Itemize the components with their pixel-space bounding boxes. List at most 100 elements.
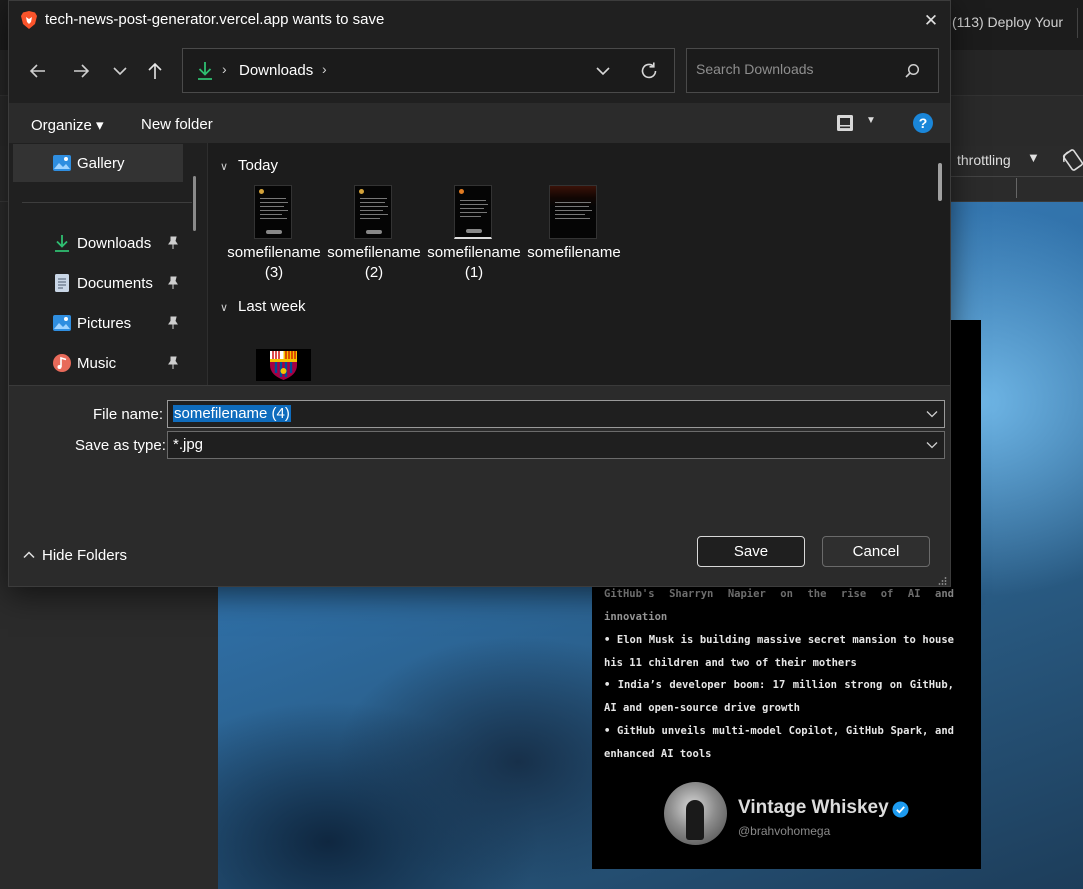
- address-dropdown-icon[interactable]: [593, 61, 613, 81]
- breadcrumb-chevron-icon[interactable]: ›: [322, 61, 327, 77]
- news-item: • India’s developer boom: 17 million str…: [604, 679, 954, 714]
- browser-tab-title[interactable]: (113) Deploy Your: [952, 14, 1063, 30]
- pictures-icon: [53, 315, 71, 331]
- verified-badge-icon: [892, 801, 909, 818]
- file-name-field[interactable]: somefilename (4): [167, 400, 945, 428]
- thumbnail-text-line: [555, 202, 591, 203]
- sidebar-item-label: Documents: [77, 275, 153, 292]
- save-as-type-value: *.jpg: [173, 436, 204, 453]
- file-name-label: File name:: [93, 406, 164, 423]
- ruler-tick: [1016, 178, 1017, 198]
- author-name: Vintage Whiskey: [738, 797, 889, 818]
- refresh-icon[interactable]: [638, 60, 660, 82]
- thumbnail-text-line: [555, 214, 585, 215]
- pin-icon[interactable]: [166, 316, 180, 330]
- search-icon[interactable]: [903, 62, 921, 80]
- thumbnail-text-line: [360, 210, 383, 211]
- thumbnail-text-line: [460, 204, 488, 205]
- sidebar-item-documents[interactable]: Documents: [9, 266, 191, 300]
- nav-divider: [22, 202, 192, 203]
- file-name-value[interactable]: somefilename (4): [173, 405, 291, 422]
- search-input[interactable]: [696, 61, 896, 77]
- organize-button[interactable]: Organize ▾: [31, 116, 104, 134]
- group-label: Today: [238, 157, 279, 174]
- address-bar[interactable]: › Downloads ›: [182, 48, 675, 93]
- recent-locations-chevron-icon[interactable]: [105, 56, 135, 86]
- thumbnail-text-line: [360, 214, 388, 215]
- sidebar-item-gallery[interactable]: Gallery: [9, 146, 191, 180]
- thumbnail-text-line: [260, 202, 288, 203]
- pin-icon[interactable]: [166, 236, 180, 250]
- sidebar-item-downloads[interactable]: Downloads: [9, 226, 191, 260]
- news-item: • Elon Musk is building massive secret m…: [604, 634, 954, 669]
- file-list-pane: ∨ Today somefilename (3) somefilename (2…: [207, 143, 950, 385]
- save-form: File name: somefilename (4) Save as type…: [9, 385, 950, 586]
- pin-icon[interactable]: [166, 356, 180, 370]
- thumbnail-text-line: [360, 218, 380, 219]
- help-icon[interactable]: ?: [913, 113, 933, 133]
- navigation-pane: Gallery Downloads Documents Pictures Mus…: [9, 143, 206, 385]
- download-icon: [198, 62, 212, 80]
- image-thumbnail: [254, 185, 292, 239]
- news-item: GitHub's Sharryn Napier on the rise of A…: [604, 588, 954, 623]
- file-item[interactable]: somefilename (3): [226, 183, 322, 283]
- thumbnail-text-line: [460, 212, 487, 213]
- up-arrow-icon[interactable]: [140, 56, 170, 86]
- sidebar-item-label: Pictures: [77, 315, 132, 332]
- fc-barcelona-crest-icon: [270, 351, 297, 380]
- save-as-type-label: Save as type:: [75, 437, 166, 454]
- new-folder-button[interactable]: New folder: [141, 116, 213, 133]
- sidebar-item-label: Music: [77, 355, 117, 372]
- thumbnail-text-line: [260, 214, 282, 215]
- file-name: somefilename (1): [427, 244, 521, 281]
- group-header-today[interactable]: ∨ Today: [220, 157, 278, 174]
- brave-logo-icon: [21, 11, 37, 29]
- save-button[interactable]: Save: [697, 536, 805, 567]
- sidebar-item-pictures[interactable]: Pictures: [9, 306, 191, 340]
- close-icon[interactable]: ✕: [916, 7, 946, 35]
- forward-arrow-icon[interactable]: [66, 56, 96, 86]
- sidebar-item-label: Gallery: [77, 155, 125, 172]
- thumbnail-text-line: [360, 202, 385, 203]
- file-pane-scrollbar[interactable]: [938, 163, 942, 201]
- file-name: somefilename (2): [327, 244, 421, 281]
- thumbnail-logo: [359, 189, 364, 194]
- news-item: • GitHub unveils multi-model Copilot, Gi…: [604, 725, 954, 760]
- thumbnail-text-line: [260, 210, 288, 211]
- gallery-icon: [53, 155, 71, 171]
- rotate-device-icon[interactable]: [1062, 148, 1083, 172]
- thumbnail-text-line: [260, 218, 287, 219]
- thumbnail-text-line: [555, 218, 590, 219]
- file-item[interactable]: somefilename: [526, 183, 622, 283]
- chevron-down-icon: ∨: [220, 302, 229, 314]
- cancel-button[interactable]: Cancel: [822, 536, 930, 567]
- chevron-down-icon[interactable]: ▼: [1027, 150, 1040, 165]
- file-name: somefilename: [527, 244, 621, 261]
- group-header-last-week[interactable]: ∨ Last week: [220, 298, 306, 315]
- resize-grip-icon[interactable]: [937, 576, 947, 586]
- view-options-chevron-icon[interactable]: ▼: [866, 115, 876, 126]
- thumbnail-text-line: [260, 198, 286, 199]
- image-thumbnail: [354, 185, 392, 239]
- back-arrow-icon[interactable]: [23, 56, 53, 86]
- music-icon: [53, 354, 71, 372]
- hide-folders-toggle[interactable]: Hide Folders: [23, 547, 127, 564]
- chevron-down-icon[interactable]: [926, 409, 938, 419]
- image-thumbnail[interactable]: [256, 349, 311, 381]
- file-item[interactable]: somefilename (1): [426, 183, 522, 283]
- author-handle: @brahvohomega: [738, 824, 831, 838]
- pin-icon[interactable]: [166, 276, 180, 290]
- save-as-type-select[interactable]: *.jpg: [167, 431, 945, 459]
- nav-scrollbar[interactable]: [193, 176, 196, 231]
- breadcrumb-downloads[interactable]: Downloads: [239, 62, 313, 79]
- thumbnail-text-line: [360, 206, 388, 207]
- throttling-dropdown[interactable]: throttling: [957, 152, 1011, 168]
- breadcrumb-separator: ›: [222, 61, 227, 77]
- sidebar-item-label: Downloads: [77, 235, 152, 252]
- view-options-icon[interactable]: [835, 113, 855, 133]
- thumbnail-text-line: [555, 206, 589, 207]
- chevron-down-icon[interactable]: [926, 440, 938, 450]
- sidebar-item-music[interactable]: Music: [9, 346, 191, 380]
- file-name: somefilename (3): [227, 244, 321, 281]
- file-item[interactable]: somefilename (2): [326, 183, 422, 283]
